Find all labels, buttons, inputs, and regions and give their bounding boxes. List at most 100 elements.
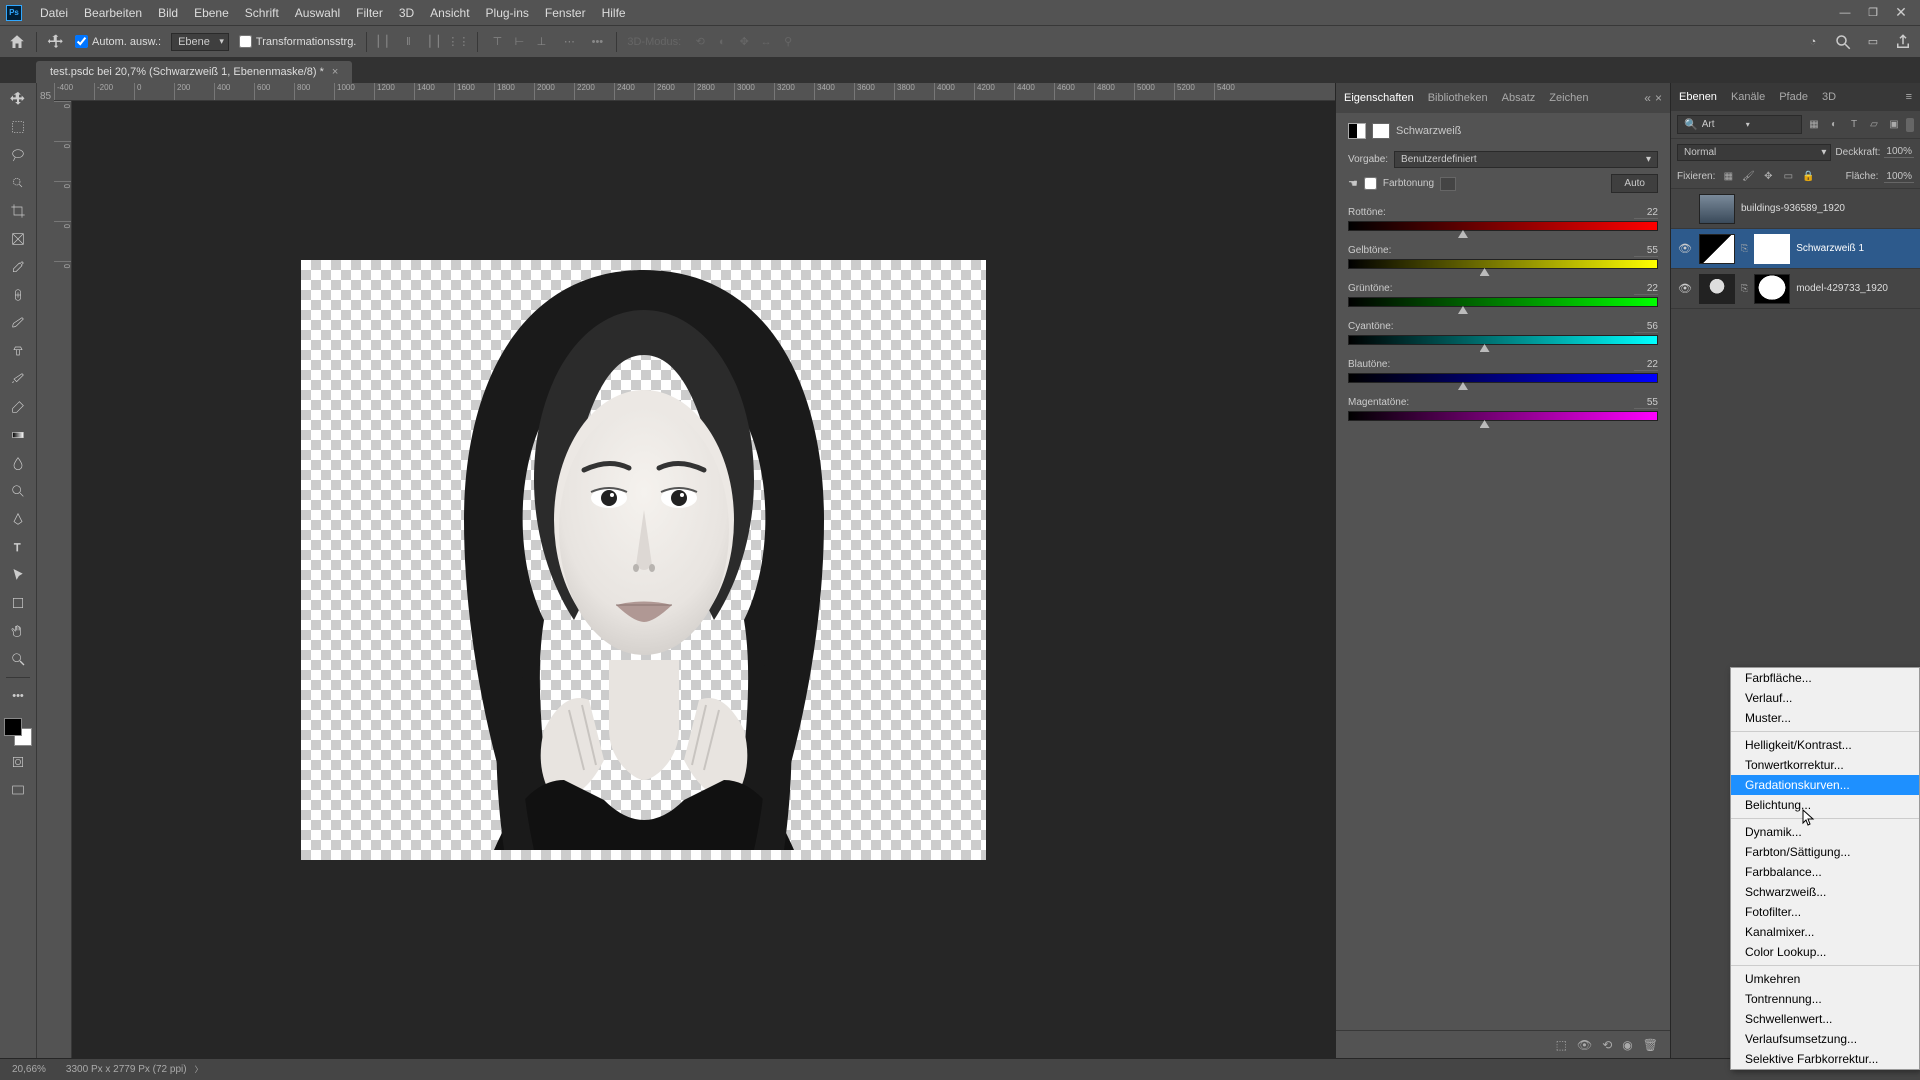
slider-track[interactable] [1348,373,1658,383]
tab-channels[interactable]: Kanäle [1731,91,1765,103]
ctx-item[interactable]: Schwarzweiß... [1731,882,1919,902]
filter-type-icon[interactable]: T [1846,117,1862,133]
menu-bearbeiten[interactable]: Bearbeiten [76,2,150,24]
view-previous-icon[interactable]: 👁 [1577,1038,1592,1052]
layer-filter-input[interactable] [1702,119,1742,130]
tab-character[interactable]: Zeichen [1549,86,1588,110]
zoom-tool[interactable] [4,647,32,671]
slider-value[interactable]: 22 [1634,359,1658,371]
ctx-item[interactable]: Dynamik... [1731,822,1919,842]
slider-value[interactable]: 56 [1634,321,1658,333]
zoom-value[interactable]: 20,66% [12,1064,46,1075]
layer-thumb[interactable] [1699,274,1735,304]
eraser-tool[interactable] [4,395,32,419]
quick-select-tool[interactable] [4,171,32,195]
menu-hilfe[interactable]: Hilfe [594,2,634,24]
opacity-value[interactable]: 100% [1884,146,1914,158]
layer-row[interactable]: buildings-936589_1920 [1671,189,1920,229]
type-tool[interactable]: T [4,535,32,559]
align-left-icon[interactable]: ▏▏ [377,33,395,51]
window-close[interactable]: ✕ [1888,3,1914,23]
slider-thumb[interactable] [1480,420,1490,428]
menu-schrift[interactable]: Schrift [237,2,287,24]
ctx-item[interactable]: Umkehren [1731,969,1919,989]
hand-tool[interactable] [4,619,32,643]
slider-thumb[interactable] [1458,230,1468,238]
align-bottom-icon[interactable]: ⊥ [532,33,550,51]
layer-filter-dropdown[interactable]: 🔍 ▾ [1677,115,1802,134]
history-brush-tool[interactable] [4,367,32,391]
slider-thumb[interactable] [1480,268,1490,276]
frame-tool[interactable] [4,227,32,251]
layer-name[interactable]: model-429733_1920 [1796,283,1888,294]
slider-thumb[interactable] [1458,306,1468,314]
more-options-icon[interactable]: ••• [588,33,606,51]
panel-menu-icon[interactable]: ≡ [1906,91,1912,103]
search-icon[interactable] [1834,33,1852,51]
menu-plug-ins[interactable]: Plug-ins [478,2,537,24]
document-tab[interactable]: test.psdc bei 20,7% (Schwarzweiß 1, Eben… [36,61,352,83]
layer-mask[interactable] [1754,234,1790,264]
layer-mask[interactable] [1754,274,1790,304]
distribute-h-icon[interactable]: ⋮⋮ [449,33,467,51]
tab-3d[interactable]: 3D [1822,91,1836,103]
filter-smart-icon[interactable]: ▣ [1886,117,1902,133]
slider-track[interactable] [1348,297,1658,307]
tab-libraries[interactable]: Bibliotheken [1428,86,1488,110]
align-top-icon[interactable]: ⊤ [488,33,506,51]
tab-paths[interactable]: Pfade [1779,91,1808,103]
menu-filter[interactable]: Filter [348,2,391,24]
ctx-item[interactable]: Schwellenwert... [1731,1009,1919,1029]
transform-controls-checkbox[interactable]: Transformationsstrg. [239,35,356,48]
layer-thumb[interactable] [1699,194,1735,224]
filter-toggle[interactable] [1906,118,1914,132]
reset-icon[interactable]: ⟲ [1602,1038,1612,1052]
filter-shape-icon[interactable]: ▱ [1866,117,1882,133]
menu-ebene[interactable]: Ebene [186,2,237,24]
window-restore[interactable]: ❐ [1860,3,1886,23]
lock-artboard-icon[interactable]: ▭ [1781,170,1795,184]
filter-pixel-icon[interactable]: ▦ [1806,117,1822,133]
menu-datei[interactable]: Datei [32,2,76,24]
canvas-area[interactable]: -400-20002004006008001000120014001600180… [54,83,1335,1058]
close-panel-icon[interactable]: × [1655,91,1662,105]
edit-toolbar-icon[interactable]: ••• [4,684,32,708]
slider-track[interactable] [1348,221,1658,231]
crop-tool[interactable] [4,199,32,223]
lock-all-icon[interactable]: 🔒 [1801,170,1815,184]
quick-mask-icon[interactable] [4,750,32,774]
doc-info-chevron[interactable]: 〉 [195,1064,203,1075]
menu-fenster[interactable]: Fenster [537,2,594,24]
ctx-item[interactable]: Fotofilter... [1731,902,1919,922]
blend-mode-dropdown[interactable]: Normal [1677,144,1831,161]
tint-checkbox[interactable] [1364,177,1377,190]
lock-position-icon[interactable]: ✥ [1761,170,1775,184]
slider-value[interactable]: 55 [1634,397,1658,409]
slider-value[interactable]: 22 [1634,283,1658,295]
color-swatches[interactable] [4,718,32,746]
slider-track[interactable] [1348,335,1658,345]
menu-ansicht[interactable]: Ansicht [422,2,477,24]
collapse-panel-icon[interactable]: « [1644,91,1651,105]
gradient-tool[interactable] [4,423,32,447]
slider-track[interactable] [1348,259,1658,269]
brush-tool[interactable] [4,311,32,335]
menu-bild[interactable]: Bild [150,2,186,24]
ctx-item[interactable]: Helligkeit/Kontrast... [1731,735,1919,755]
fill-value[interactable]: 100% [1884,171,1914,183]
clone-stamp-tool[interactable] [4,339,32,363]
layer-name[interactable]: buildings-936589_1920 [1741,203,1845,214]
tab-properties[interactable]: Eigenschaften [1344,86,1414,110]
layer-thumb[interactable] [1699,234,1735,264]
tint-swatch[interactable] [1440,177,1456,191]
ctx-item[interactable]: Kanalmixer... [1731,922,1919,942]
blur-tool[interactable] [4,451,32,475]
distribute-v-icon[interactable]: ⋯ [560,33,578,51]
ctx-item[interactable]: Farbton/Sättigung... [1731,842,1919,862]
healing-tool[interactable] [4,283,32,307]
ctx-item[interactable]: Verlauf... [1731,688,1919,708]
mask-thumb-icon[interactable] [1372,123,1390,139]
ctx-item[interactable]: Farbbalance... [1731,862,1919,882]
slider-thumb[interactable] [1480,344,1490,352]
path-select-tool[interactable] [4,563,32,587]
